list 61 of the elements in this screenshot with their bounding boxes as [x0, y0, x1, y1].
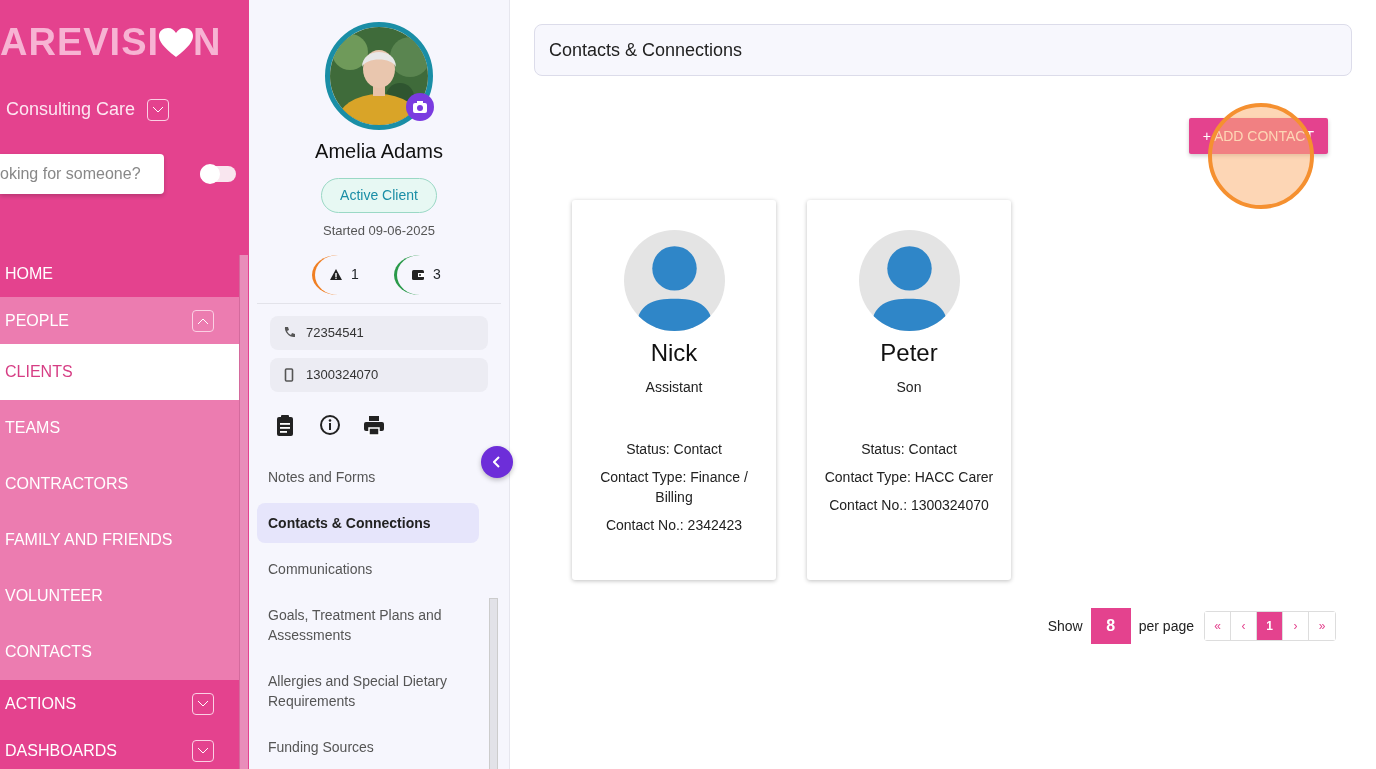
contact-name: Peter	[879, 338, 939, 368]
nav-item[interactable]: ACTIONS	[0, 680, 239, 727]
camera-icon	[413, 101, 427, 113]
contact-name: Nick	[649, 338, 699, 368]
menu-item[interactable]: Goals, Treatment Plans and Assessments	[257, 594, 479, 655]
contact-relation: Son	[895, 378, 923, 397]
nav-item[interactable]: PEOPLE	[0, 297, 239, 344]
scrollbar[interactable]	[239, 255, 248, 769]
phone-icon	[282, 325, 296, 340]
count-text: 3	[433, 265, 441, 284]
nav-item[interactable]: CONTRACTORS	[0, 456, 239, 512]
avatar-icon	[858, 230, 960, 331]
page-title: Contacts & Connections	[534, 24, 1352, 76]
contact-type: Contact Type: Finance / Billing	[599, 468, 749, 507]
nav-item[interactable]: CONTACTS	[0, 624, 239, 680]
nav-item[interactable]: VOLUNTEER	[0, 568, 239, 624]
count-text: 1	[351, 265, 359, 284]
client-name: Amelia Adams	[314, 139, 444, 164]
page-button[interactable]: «	[1205, 612, 1231, 640]
menu-item[interactable]: Communications	[257, 548, 479, 589]
menu-item[interactable]: Notes and Forms	[257, 456, 479, 497]
show-label: Show	[1047, 616, 1083, 636]
print-icon[interactable]	[363, 413, 385, 437]
phone-number: 72354541	[306, 323, 364, 342]
nav-item[interactable]: FAMILY AND FRIENDS	[0, 512, 239, 568]
nav-item[interactable]: TEAMS	[0, 400, 239, 456]
heart-icon	[159, 27, 194, 58]
wallet-icon	[411, 267, 425, 282]
info-icon[interactable]	[319, 413, 341, 437]
contact-number: Contact No.: 1300324070	[828, 496, 990, 515]
logo-text: AREVISI	[0, 20, 160, 65]
camera-button[interactable]	[406, 93, 434, 121]
chevron-down-icon	[152, 105, 165, 114]
chevron-left-icon	[493, 456, 501, 468]
collapse-button[interactable]	[481, 446, 513, 478]
warning-icon	[329, 267, 343, 282]
menu-item[interactable]: Funding Sources	[257, 726, 479, 767]
nav-item[interactable]: HOME	[0, 250, 239, 297]
toggle-switch[interactable]	[200, 166, 236, 182]
per-page-label: per page	[1138, 616, 1194, 636]
start-date: Started 09-06-2025	[322, 222, 436, 240]
menu-item[interactable]: Allergies and Special Dietary Requirements	[257, 660, 479, 721]
avatar-icon	[623, 230, 725, 331]
page-button[interactable]: 1	[1257, 612, 1283, 640]
phone-number: 1300324070	[306, 365, 379, 384]
status-badge: Active Client	[321, 178, 437, 213]
contact-number: Contact No.: 2342423	[604, 516, 744, 535]
nav-item[interactable]: CLIENTS	[0, 344, 239, 400]
menu-item[interactable]: Contacts & Connections	[257, 502, 479, 543]
contact-relation: Assistant	[644, 378, 704, 397]
logo-text: N	[193, 20, 222, 65]
dropdown-toggle[interactable]	[147, 98, 170, 121]
contact-status: Status: Contact	[625, 440, 723, 459]
contact-status: Status: Contact	[860, 440, 958, 459]
per-page-selector[interactable]: 8	[1090, 608, 1131, 644]
nav-item[interactable]: DASHBOARDS	[0, 727, 239, 769]
scrollbar[interactable]	[489, 598, 498, 769]
contact-type: Contact Type: HACC Carer	[823, 468, 995, 487]
search-field[interactable]: oking for someone?	[0, 154, 164, 194]
organization-name: Consulting Care	[6, 98, 136, 121]
mobile-phone-icon	[282, 367, 296, 382]
